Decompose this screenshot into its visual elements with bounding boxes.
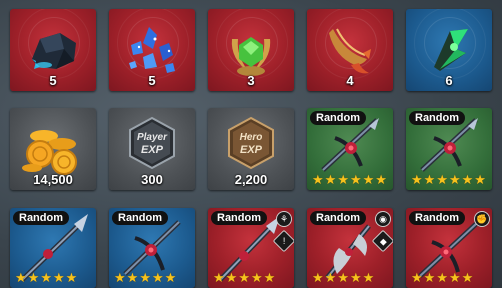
reward-tile-weapon-c[interactable]: Random ★ ★ ★ ★ ★ — [10, 208, 96, 288]
player-exp-line1: Player — [136, 132, 168, 143]
star-rating: ★ ★ ★ ★ ★ — [114, 270, 177, 285]
fist-chip-icon: ✊ — [474, 211, 490, 227]
reward-tile-crystals[interactable]: 5 — [109, 9, 195, 91]
reward-tile-green-shard[interactable]: 6 — [406, 9, 492, 91]
star-rating: ★ ★ ★ ★ ★ — [411, 270, 474, 285]
quantity-label: 5 — [49, 73, 57, 88]
reward-tile-weapon-g[interactable]: Random ✊ ★ ★ ★ ★ ★ — [406, 208, 492, 288]
star-rating: ★ ★ ★ ★ ★ ★ — [312, 172, 387, 187]
reward-tile-weapon-a[interactable]: Random ★ ★ ★ ★ ★ ★ — [307, 108, 393, 190]
reward-tile-laurel[interactable]: 3 — [208, 9, 294, 91]
quantity-label: 6 — [445, 73, 453, 88]
random-badge: Random — [13, 211, 69, 225]
random-badge: Random — [310, 111, 366, 125]
reward-tile-horn[interactable]: 4 — [307, 9, 393, 91]
quantity-label: 4 — [346, 73, 354, 88]
reward-tile-weapon-f[interactable]: Random ◉ ◆ ★ ★ ★ ★ ★ — [307, 208, 393, 288]
random-badge: Random — [112, 211, 168, 225]
random-badge: Random — [409, 111, 465, 125]
quantity-label: 5 — [148, 73, 156, 88]
hero-exp-line1: Hero — [239, 132, 263, 143]
random-badge: Random — [310, 211, 366, 225]
quantity-label: 3 — [247, 73, 255, 88]
target-chip-icon: ◉ — [375, 211, 391, 227]
random-badge: Random — [211, 211, 267, 225]
claw-chip-icon: ⚘ — [276, 211, 292, 227]
reward-tile-ore[interactable]: 5 — [10, 9, 96, 91]
star-rating: ★ ★ ★ ★ ★ — [213, 270, 276, 285]
reward-tile-weapon-e[interactable]: Random ⚘ ! ★ ★ ★ ★ ★ — [208, 208, 294, 288]
reward-tile-coins[interactable]: 14,500 — [10, 108, 96, 190]
reward-tile-hero-exp[interactable]: Hero EXP 2,200 — [208, 108, 294, 190]
random-badge: Random — [409, 211, 465, 225]
star-rating: ★ ★ ★ ★ ★ — [15, 270, 78, 285]
quantity-label: 2,200 — [234, 172, 268, 187]
star-rating: ★ ★ ★ ★ ★ — [312, 270, 375, 285]
quantity-label: 14,500 — [33, 172, 73, 187]
reward-tile-player-exp[interactable]: Player EXP 300 — [109, 108, 195, 190]
quantity-label: 300 — [141, 172, 163, 187]
player-exp-line2: EXP — [140, 144, 163, 156]
star-rating: ★ ★ ★ ★ ★ ★ — [411, 172, 486, 187]
hero-exp-line2: EXP — [239, 144, 262, 156]
reward-tile-weapon-d[interactable]: Random ★ ★ ★ ★ ★ — [109, 208, 195, 288]
reward-tile-weapon-b[interactable]: Random ★ ★ ★ ★ ★ ★ — [406, 108, 492, 190]
